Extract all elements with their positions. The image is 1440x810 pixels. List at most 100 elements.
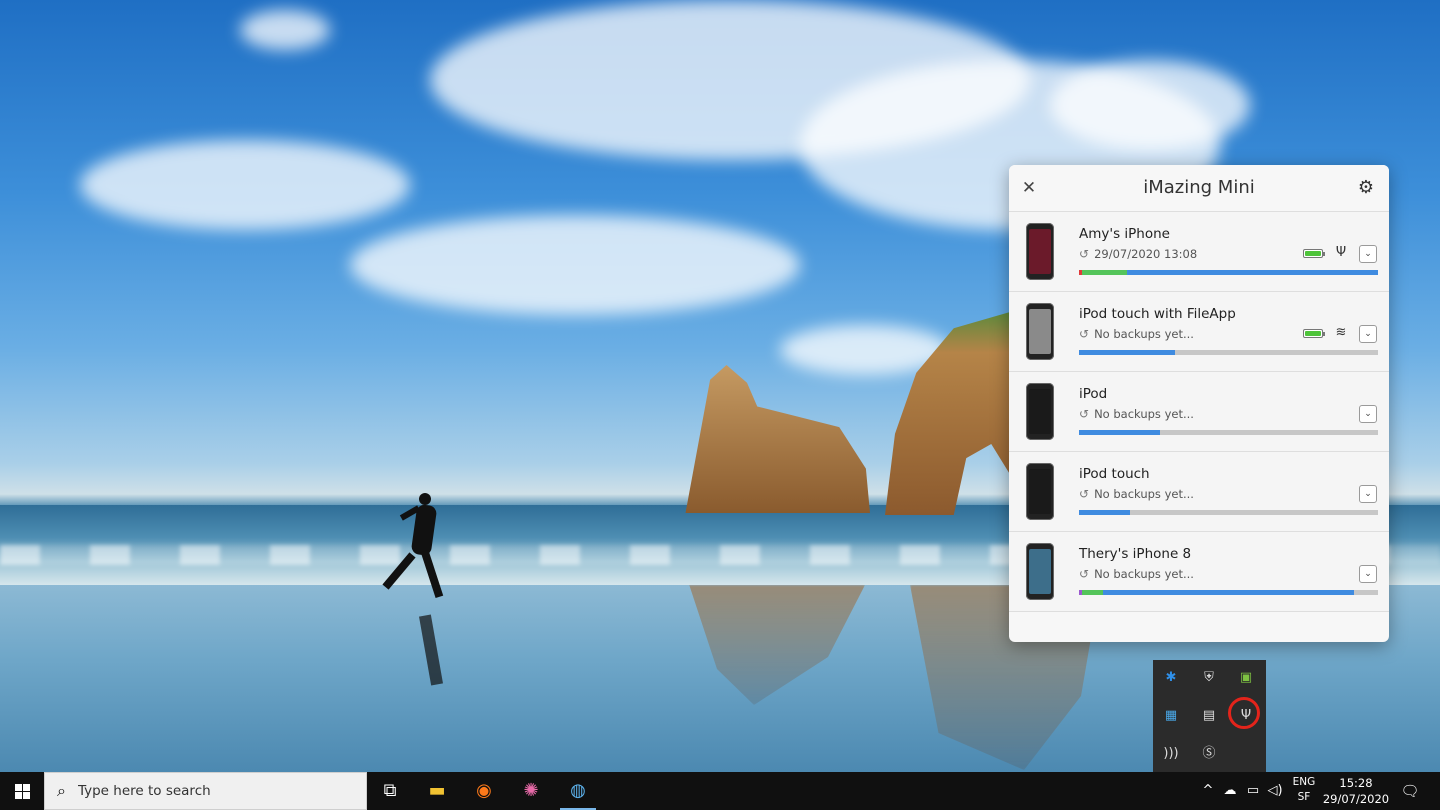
cloud (80, 140, 410, 230)
runner-head (419, 493, 431, 505)
device-name: iPod (1079, 386, 1108, 402)
panel-title: iMazing Mini (1143, 177, 1255, 198)
device-list: Amy's iPhone ↺ 29/07/2020 13:08 Ψ ⌄ iPod touc… (1009, 212, 1389, 612)
start-button[interactable] (0, 772, 44, 810)
cloud (1050, 60, 1250, 150)
chevron-down-icon[interactable]: ⌄ (1359, 325, 1377, 343)
rock-formation (685, 365, 870, 513)
search-icon: ⌕ (57, 781, 66, 800)
storage-segment (1102, 590, 1355, 595)
battery-level (1305, 251, 1321, 256)
highlight-ring (1228, 697, 1260, 729)
defender-shield-icon[interactable]: ⛨ (1198, 667, 1220, 689)
onedrive-cloud-icon[interactable]: ☁ (1220, 780, 1240, 802)
device-image (1026, 303, 1054, 360)
device-screen (1029, 229, 1051, 274)
cloud (350, 215, 800, 315)
backup-status: ↺ No backups yet... (1079, 327, 1194, 341)
windows-logo-icon (15, 792, 22, 799)
device-image (1026, 463, 1054, 520)
device-image (1026, 543, 1054, 600)
device-screen (1029, 549, 1051, 594)
device-screen (1029, 469, 1051, 514)
backup-status: ↺ No backups yet... (1079, 567, 1194, 581)
backup-status-text: 29/07/2020 13:08 (1094, 247, 1198, 261)
language-code: ENG (1292, 776, 1316, 788)
battery-level (1305, 331, 1321, 336)
input-language[interactable]: ENG SF (1288, 775, 1320, 805)
notification-icon[interactable]: 🗨 (1398, 780, 1422, 802)
nvidia-icon[interactable]: ▣ (1235, 667, 1257, 689)
storage-bar (1079, 510, 1378, 515)
storage-segment (1126, 270, 1378, 275)
battery-icon (1303, 329, 1325, 338)
device-name: Amy's iPhone (1079, 226, 1170, 242)
backup-status-text: No backups yet... (1094, 407, 1194, 421)
storage-bar (1079, 270, 1378, 275)
imazing-mini-panel: ✕ iMazing Mini ⚙ Amy's iPhone ↺ 29/07/2020… (1009, 165, 1389, 642)
chevron-down-icon[interactable]: ⌄ (1359, 245, 1377, 263)
volume-icon[interactable]: ◁) (1265, 780, 1285, 802)
chevron-down-icon[interactable]: ⌄ (1359, 565, 1377, 583)
device-screen (1029, 389, 1051, 434)
history-icon: ↺ (1079, 487, 1090, 501)
backup-status: ↺ No backups yet... (1079, 407, 1194, 421)
battery-icon (1303, 249, 1325, 258)
firefox-icon[interactable]: ◉ (460, 772, 508, 810)
battery-power-icon[interactable]: ▭ (1243, 780, 1263, 802)
device-row[interactable]: Amy's iPhone ↺ 29/07/2020 13:08 Ψ ⌄ (1009, 212, 1389, 292)
device-name: Thery's iPhone 8 (1079, 546, 1192, 562)
clock[interactable]: 15:28 29/07/2020 (1320, 775, 1392, 807)
imazing-taskbar-icon[interactable]: ◍ (554, 772, 602, 810)
bluetooth-icon[interactable]: ✱ (1160, 667, 1182, 689)
wifi-icon: ≋ (1335, 325, 1347, 340)
chevron-down-icon[interactable]: ⌄ (1359, 485, 1377, 503)
file-explorer-icon[interactable]: ▬ (413, 772, 461, 810)
storage-segment (1081, 590, 1103, 595)
device-image (1026, 383, 1054, 440)
skype-icon[interactable]: Ⓢ (1198, 743, 1220, 765)
storage-bar (1079, 430, 1378, 435)
storage-bar (1079, 590, 1378, 595)
storage-segment (1079, 510, 1130, 515)
device-row[interactable]: Thery's iPhone 8 ↺ No backups yet... ⌄ (1009, 532, 1389, 612)
search-input[interactable] (75, 782, 340, 800)
clock-time: 15:28 (1339, 776, 1373, 790)
backup-status: ↺ No backups yet... (1079, 487, 1194, 501)
panel-header: ✕ iMazing Mini ⚙ (1009, 165, 1389, 212)
device-image (1026, 223, 1054, 280)
storage-bar (1079, 350, 1378, 355)
device-name: iPod touch with FileApp (1079, 306, 1236, 322)
taskbar-search[interactable]: ⌕ (44, 772, 367, 810)
device-row[interactable]: iPod touch ↺ No backups yet... ⌄ (1009, 452, 1389, 532)
usb-icon: Ψ (1335, 245, 1347, 260)
device-row[interactable]: iPod ↺ No backups yet... ⌄ (1009, 372, 1389, 452)
wireless-icon[interactable]: ))) (1160, 743, 1182, 765)
device-row[interactable]: iPod touch with FileApp ↺ No backups yet..… (1009, 292, 1389, 372)
gear-icon[interactable]: ⚙ (1355, 177, 1377, 199)
windows-logo-icon (23, 792, 30, 799)
backup-status-text: No backups yet... (1094, 487, 1194, 501)
network-monitor-icon[interactable]: ▦ (1160, 705, 1182, 727)
history-icon: ↺ (1079, 327, 1090, 341)
chevron-up-icon[interactable]: ^ (1198, 780, 1218, 802)
backup-status-text: No backups yet... (1094, 567, 1194, 581)
backup-status-text: No backups yet... (1094, 327, 1194, 341)
taskbar: ⌕ ⧉ ▬ ◉ ✺ ◍ ^ ☁ ▭ ◁) ENG SF 15:28 29/07/… (0, 772, 1440, 810)
cloud (240, 10, 330, 50)
history-icon: ↺ (1079, 567, 1090, 581)
backup-status: ↺ 29/07/2020 13:08 (1079, 247, 1197, 261)
windows-logo-icon (15, 784, 22, 791)
drive-icon[interactable]: ▤ (1198, 705, 1220, 727)
app-icon[interactable]: ✺ (507, 772, 555, 810)
windows-logo-icon (23, 784, 30, 791)
task-view-icon[interactable]: ⧉ (366, 772, 414, 810)
clock-date: 29/07/2020 (1322, 792, 1390, 806)
storage-segment (1079, 430, 1160, 435)
history-icon: ↺ (1079, 407, 1090, 421)
storage-segment (1079, 350, 1175, 355)
storage-segment (1081, 270, 1127, 275)
device-name: iPod touch (1079, 466, 1150, 482)
chevron-down-icon[interactable]: ⌄ (1359, 405, 1377, 423)
history-icon: ↺ (1079, 247, 1090, 261)
